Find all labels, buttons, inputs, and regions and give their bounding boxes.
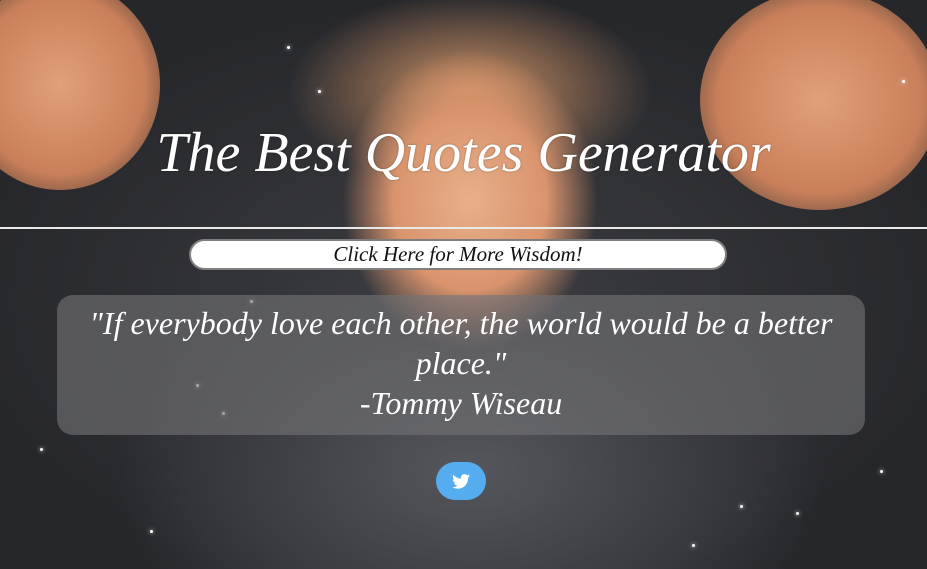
background-star [880, 470, 883, 473]
twitter-icon [452, 473, 470, 489]
more-wisdom-button[interactable]: Click Here for More Wisdom! [189, 239, 727, 270]
quote-box: "If everybody love each other, the world… [57, 295, 865, 435]
background-star [150, 530, 153, 533]
background-star [40, 448, 43, 451]
background-star [287, 46, 290, 49]
background-star [692, 544, 695, 547]
quote-author: -Tommy Wiseau [359, 385, 563, 421]
background-star [902, 80, 905, 83]
background-star [796, 512, 799, 515]
quote-text: "If everybody love each other, the world… [89, 305, 833, 381]
tweet-button[interactable] [436, 462, 486, 500]
page-title: The Best Quotes Generator [156, 122, 771, 184]
background-star [318, 90, 321, 93]
title-divider [0, 227, 927, 229]
background-star [740, 505, 743, 508]
